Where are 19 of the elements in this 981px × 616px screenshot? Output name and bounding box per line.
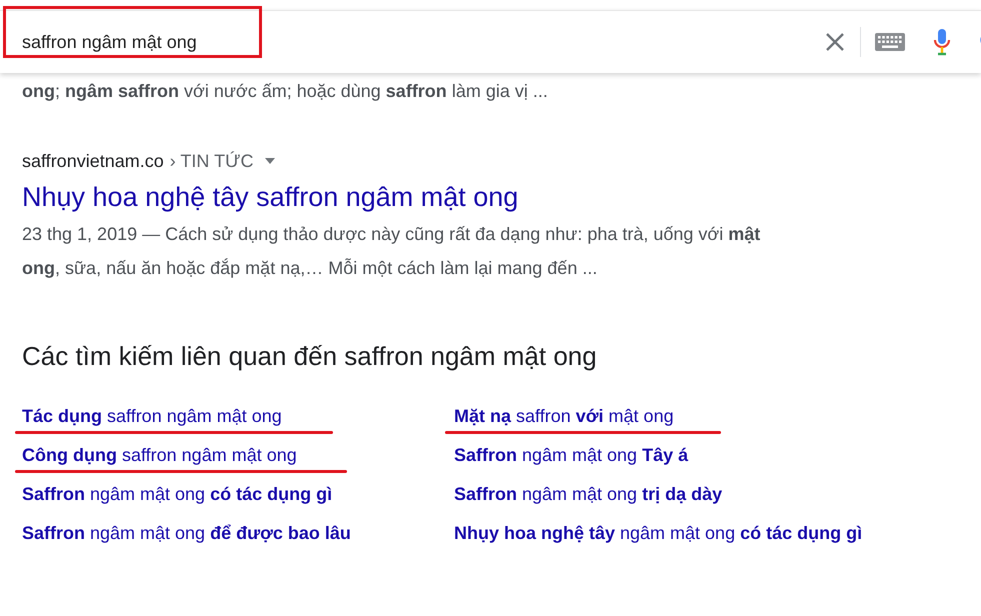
related-search-link[interactable]: Saffron ngâm mật ong Tây á — [454, 445, 688, 465]
keyboard-icon[interactable] — [875, 33, 905, 51]
related-search-link[interactable]: Nhụy hoa nghệ tây ngâm mật ong có tác dụng gì — [454, 523, 862, 543]
related-search-link[interactable]: Mặt nạ saffron với mật ong — [454, 406, 674, 426]
related-search-link[interactable]: Saffron ngâm mật ong có tác dụng gì — [22, 484, 332, 504]
search-field[interactable]: saffron ngâm mật ong — [22, 32, 262, 52]
related-search-link[interactable]: Saffron ngâm mật ong để được bao lâu — [22, 523, 351, 543]
related-searches-heading: Các tìm kiếm liên quan đến saffron ngâm mật ong — [22, 341, 598, 372]
result-snippet: 23 thg 1, 2019 — Cách sử dụng thảo dược này cũng rất đa dạng như: pha trà, uống với mật ong, sữa, nấu ăn hoặc đắp mặt nạ,… Mỗi một cách làm lại mang đến ... — [22, 223, 762, 280]
result-snippet: ong; ngâm saffron với nước ấm; hoặc dùng saffron làm gia vị ... — [22, 80, 549, 103]
result-title-link[interactable]: Nhụy hoa nghệ tây saffron ngâm mật ong — [22, 182, 518, 213]
breadcrumb: › TIN TỨC — [170, 150, 254, 172]
microphone-icon[interactable] — [933, 28, 951, 56]
site-url: saffronvietnam.co — [22, 150, 164, 172]
related-search-link[interactable]: Công dụng saffron ngâm mật ong — [22, 445, 297, 465]
related-search-link[interactable]: Saffron ngâm mật ong trị dạ dày — [454, 484, 722, 504]
related-search-link[interactable]: Tác dụng saffron ngâm mật ong — [22, 406, 282, 426]
close-icon[interactable] — [824, 31, 846, 53]
dropdown-caret-icon[interactable] — [265, 158, 276, 164]
